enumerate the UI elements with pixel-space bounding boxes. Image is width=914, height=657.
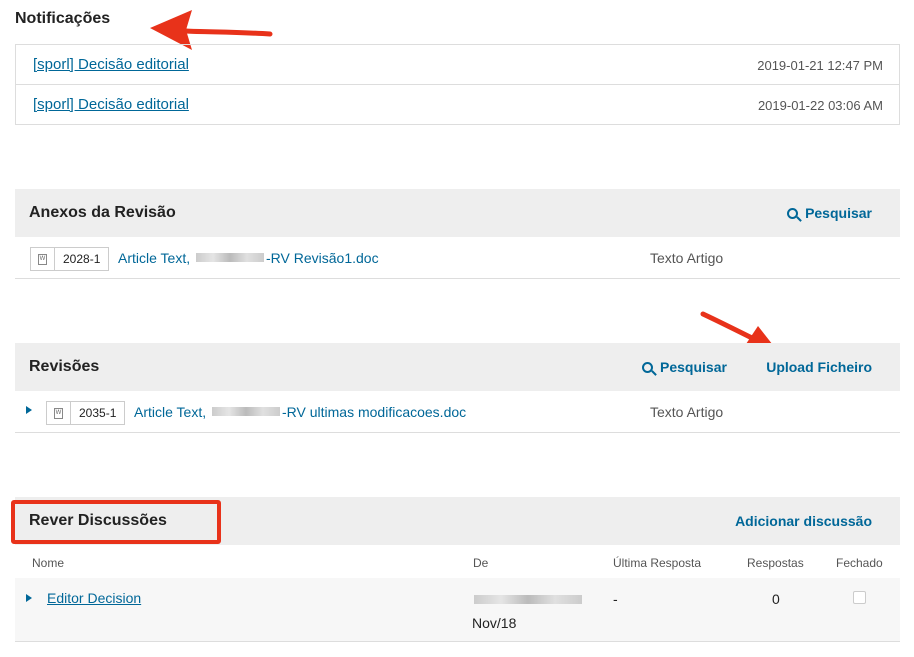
file-row: W 2035-1 Article Text, -RV ultimas modif… xyxy=(15,391,900,433)
expand-triangle-icon[interactable] xyxy=(26,594,32,602)
notification-date: 2019-01-22 03:06 AM xyxy=(757,98,883,113)
revisions-header: Revisões Pesquisar Upload Ficheiro xyxy=(15,343,900,391)
notifications-title: Notificações xyxy=(15,10,111,27)
discussion-last-reply: - xyxy=(613,591,618,607)
file-type: Texto Artigo xyxy=(650,404,724,420)
column-header-closed: Fechado xyxy=(836,556,883,570)
search-label: Pesquisar xyxy=(660,359,727,375)
file-doc-icon: W xyxy=(47,402,71,424)
file-link[interactable]: Article Text, -RV Revisão1.doc xyxy=(118,250,379,266)
discussion-from-date: Nov/18 xyxy=(472,615,517,631)
notifications-list: [sporl] Decisão editorial 2019-01-21 12:… xyxy=(15,44,900,125)
revisions-title: Revisões xyxy=(29,358,100,375)
column-header-last-reply: Última Resposta xyxy=(613,556,702,570)
file-type: Texto Artigo xyxy=(650,250,724,266)
file-name-suffix: -RV ultimas modificacoes.doc xyxy=(282,404,467,420)
checkbox-icon[interactable] xyxy=(853,591,866,604)
column-header-from: De xyxy=(473,556,489,570)
redacted-text xyxy=(196,253,264,262)
discussion-link[interactable]: Editor Decision xyxy=(47,590,141,606)
notification-date: 2019-01-21 12:47 PM xyxy=(757,58,883,73)
redacted-text xyxy=(474,595,582,604)
table-row: Editor Decision Nov/18 - 0 xyxy=(15,578,900,642)
column-header-name: Nome xyxy=(32,556,65,570)
search-icon xyxy=(642,362,653,373)
attachments-header: Anexos da Revisão Pesquisar xyxy=(15,189,900,237)
redacted-text xyxy=(212,407,280,416)
add-discussion-button[interactable]: Adicionar discussão xyxy=(735,513,872,529)
expand-triangle-icon[interactable] xyxy=(26,406,32,414)
notification-row: [sporl] Decisão editorial 2019-01-22 03:… xyxy=(16,85,899,125)
file-doc-icon: W xyxy=(31,248,55,270)
notification-link[interactable]: [sporl] Decisão editorial xyxy=(33,96,189,113)
search-label: Pesquisar xyxy=(805,205,872,221)
file-badge: W 2028-1 xyxy=(30,247,110,271)
file-name-suffix: -RV Revisão1.doc xyxy=(266,250,379,266)
discussion-replies: 0 xyxy=(772,591,780,607)
file-link[interactable]: Article Text, -RV ultimas modificacoes.d… xyxy=(134,404,466,420)
attachments-search-button[interactable]: Pesquisar xyxy=(787,205,872,221)
notification-row: [sporl] Decisão editorial 2019-01-21 12:… xyxy=(16,45,899,85)
attachments-title: Anexos da Revisão xyxy=(29,204,176,221)
file-id: 2035-1 xyxy=(79,406,117,420)
file-badge: W 2035-1 xyxy=(46,401,126,425)
search-icon xyxy=(787,208,799,219)
file-name-prefix: Article Text, xyxy=(134,404,207,420)
annotation-highlight-box xyxy=(11,500,221,544)
file-row: W 2028-1 Article Text, -RV Revisão1.doc … xyxy=(15,237,900,279)
revisions-search-button[interactable]: Pesquisar xyxy=(642,359,727,375)
file-id: 2028-1 xyxy=(63,252,101,266)
notification-link[interactable]: [sporl] Decisão editorial xyxy=(33,56,189,73)
upload-file-button[interactable]: Upload Ficheiro xyxy=(766,359,872,375)
file-name-prefix: Article Text, xyxy=(118,250,191,266)
column-header-replies: Respostas xyxy=(747,556,804,570)
